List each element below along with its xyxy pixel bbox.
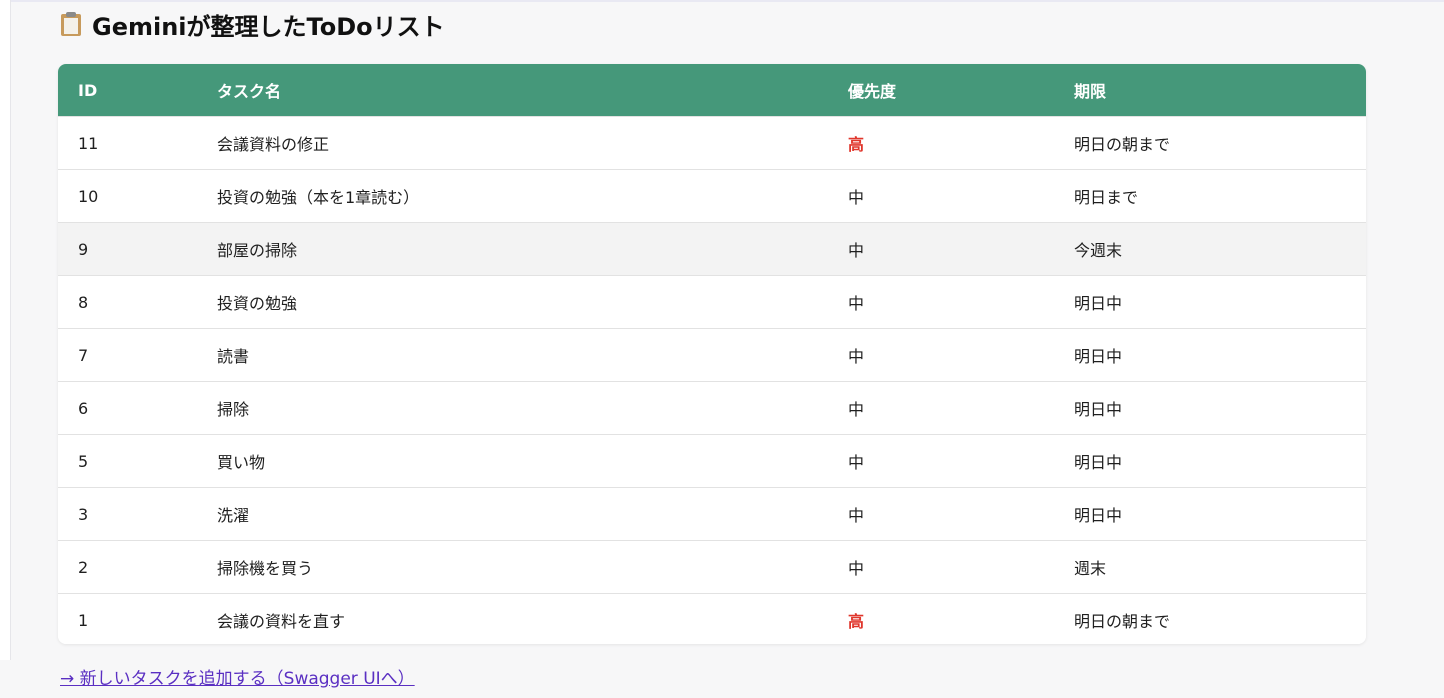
task-priority: 中 [848,188,865,207]
task-name: 部屋の掃除 [217,241,298,260]
left-divider [0,0,11,660]
task-due: 明日中 [1074,453,1123,472]
table-row: 10 投資の勉強（本を1章読む） 中 明日まで [58,169,1366,222]
task-id: 3 [78,504,89,524]
task-due: 今週末 [1074,241,1123,260]
task-priority: 高 [848,612,865,631]
task-name: 投資の勉強 [217,294,298,313]
task-priority: 中 [848,294,865,313]
page-title: Geminiが整理したToDoリスト [60,6,445,42]
table-row: 7 読書 中 明日中 [58,328,1366,381]
task-due: 明日の朝まで [1074,612,1171,631]
task-due: 明日中 [1074,347,1123,366]
table-row: 9 部屋の掃除 中 今週末 [58,222,1366,275]
task-priority: 高 [848,135,865,154]
todo-table: ID タスク名 優先度 期限 11 会議資料の修正 高 明日の朝まで 10 投資… [58,64,1366,644]
task-priority: 中 [848,506,865,525]
task-name: 買い物 [217,453,266,472]
table-row: 5 買い物 中 明日中 [58,434,1366,487]
task-id: 11 [78,133,99,153]
task-name: 洗濯 [217,506,250,525]
column-header-task-name: タスク名 [217,82,282,101]
task-priority: 中 [848,241,865,260]
table-row: 1 会議の資料を直す 高 明日の朝まで [58,593,1366,644]
page-title-text: Geminiが整理したToDoリスト [92,12,445,41]
task-id: 9 [78,239,89,259]
column-header-due: 期限 [1074,82,1107,101]
task-name: 掃除機を買う [217,559,314,578]
task-due: 明日まで [1074,188,1139,207]
table-row: 2 掃除機を買う 中 週末 [58,540,1366,593]
task-name: 会議の資料を直す [217,612,346,631]
add-task-link[interactable]: → 新しいタスクを追加する（Swagger UIへ） [60,664,415,689]
table-row: 8 投資の勉強 中 明日中 [58,275,1366,328]
table-row: 6 掃除 中 明日中 [58,381,1366,434]
task-id: 8 [78,292,89,312]
table-header-row: ID タスク名 優先度 期限 [58,64,1366,116]
task-priority: 中 [848,400,865,419]
task-due: 明日の朝まで [1074,135,1171,154]
task-id: 10 [78,186,99,206]
top-divider [0,0,1444,2]
task-priority: 中 [848,347,865,366]
clipboard-icon [60,12,82,36]
task-due: 明日中 [1074,400,1123,419]
column-header-id: ID [78,80,98,100]
task-name: 投資の勉強（本を1章読む） [217,188,420,207]
task-id: 1 [78,610,89,630]
task-id: 6 [78,398,89,418]
task-priority: 中 [848,453,865,472]
task-id: 7 [78,345,89,365]
task-name: 掃除 [217,400,250,419]
task-name: 会議資料の修正 [217,135,330,154]
page: Geminiが整理したToDoリスト ID タスク名 優先度 期限 11 会議資… [0,0,1444,698]
task-name: 読書 [217,347,250,366]
task-id: 5 [78,451,89,471]
table-row: 3 洗濯 中 明日中 [58,487,1366,540]
table-row: 11 会議資料の修正 高 明日の朝まで [58,116,1366,169]
task-id: 2 [78,557,89,577]
task-due: 明日中 [1074,294,1123,313]
column-header-priority: 優先度 [848,82,897,101]
task-priority: 中 [848,559,865,578]
task-due: 週末 [1074,559,1107,578]
task-due: 明日中 [1074,506,1123,525]
